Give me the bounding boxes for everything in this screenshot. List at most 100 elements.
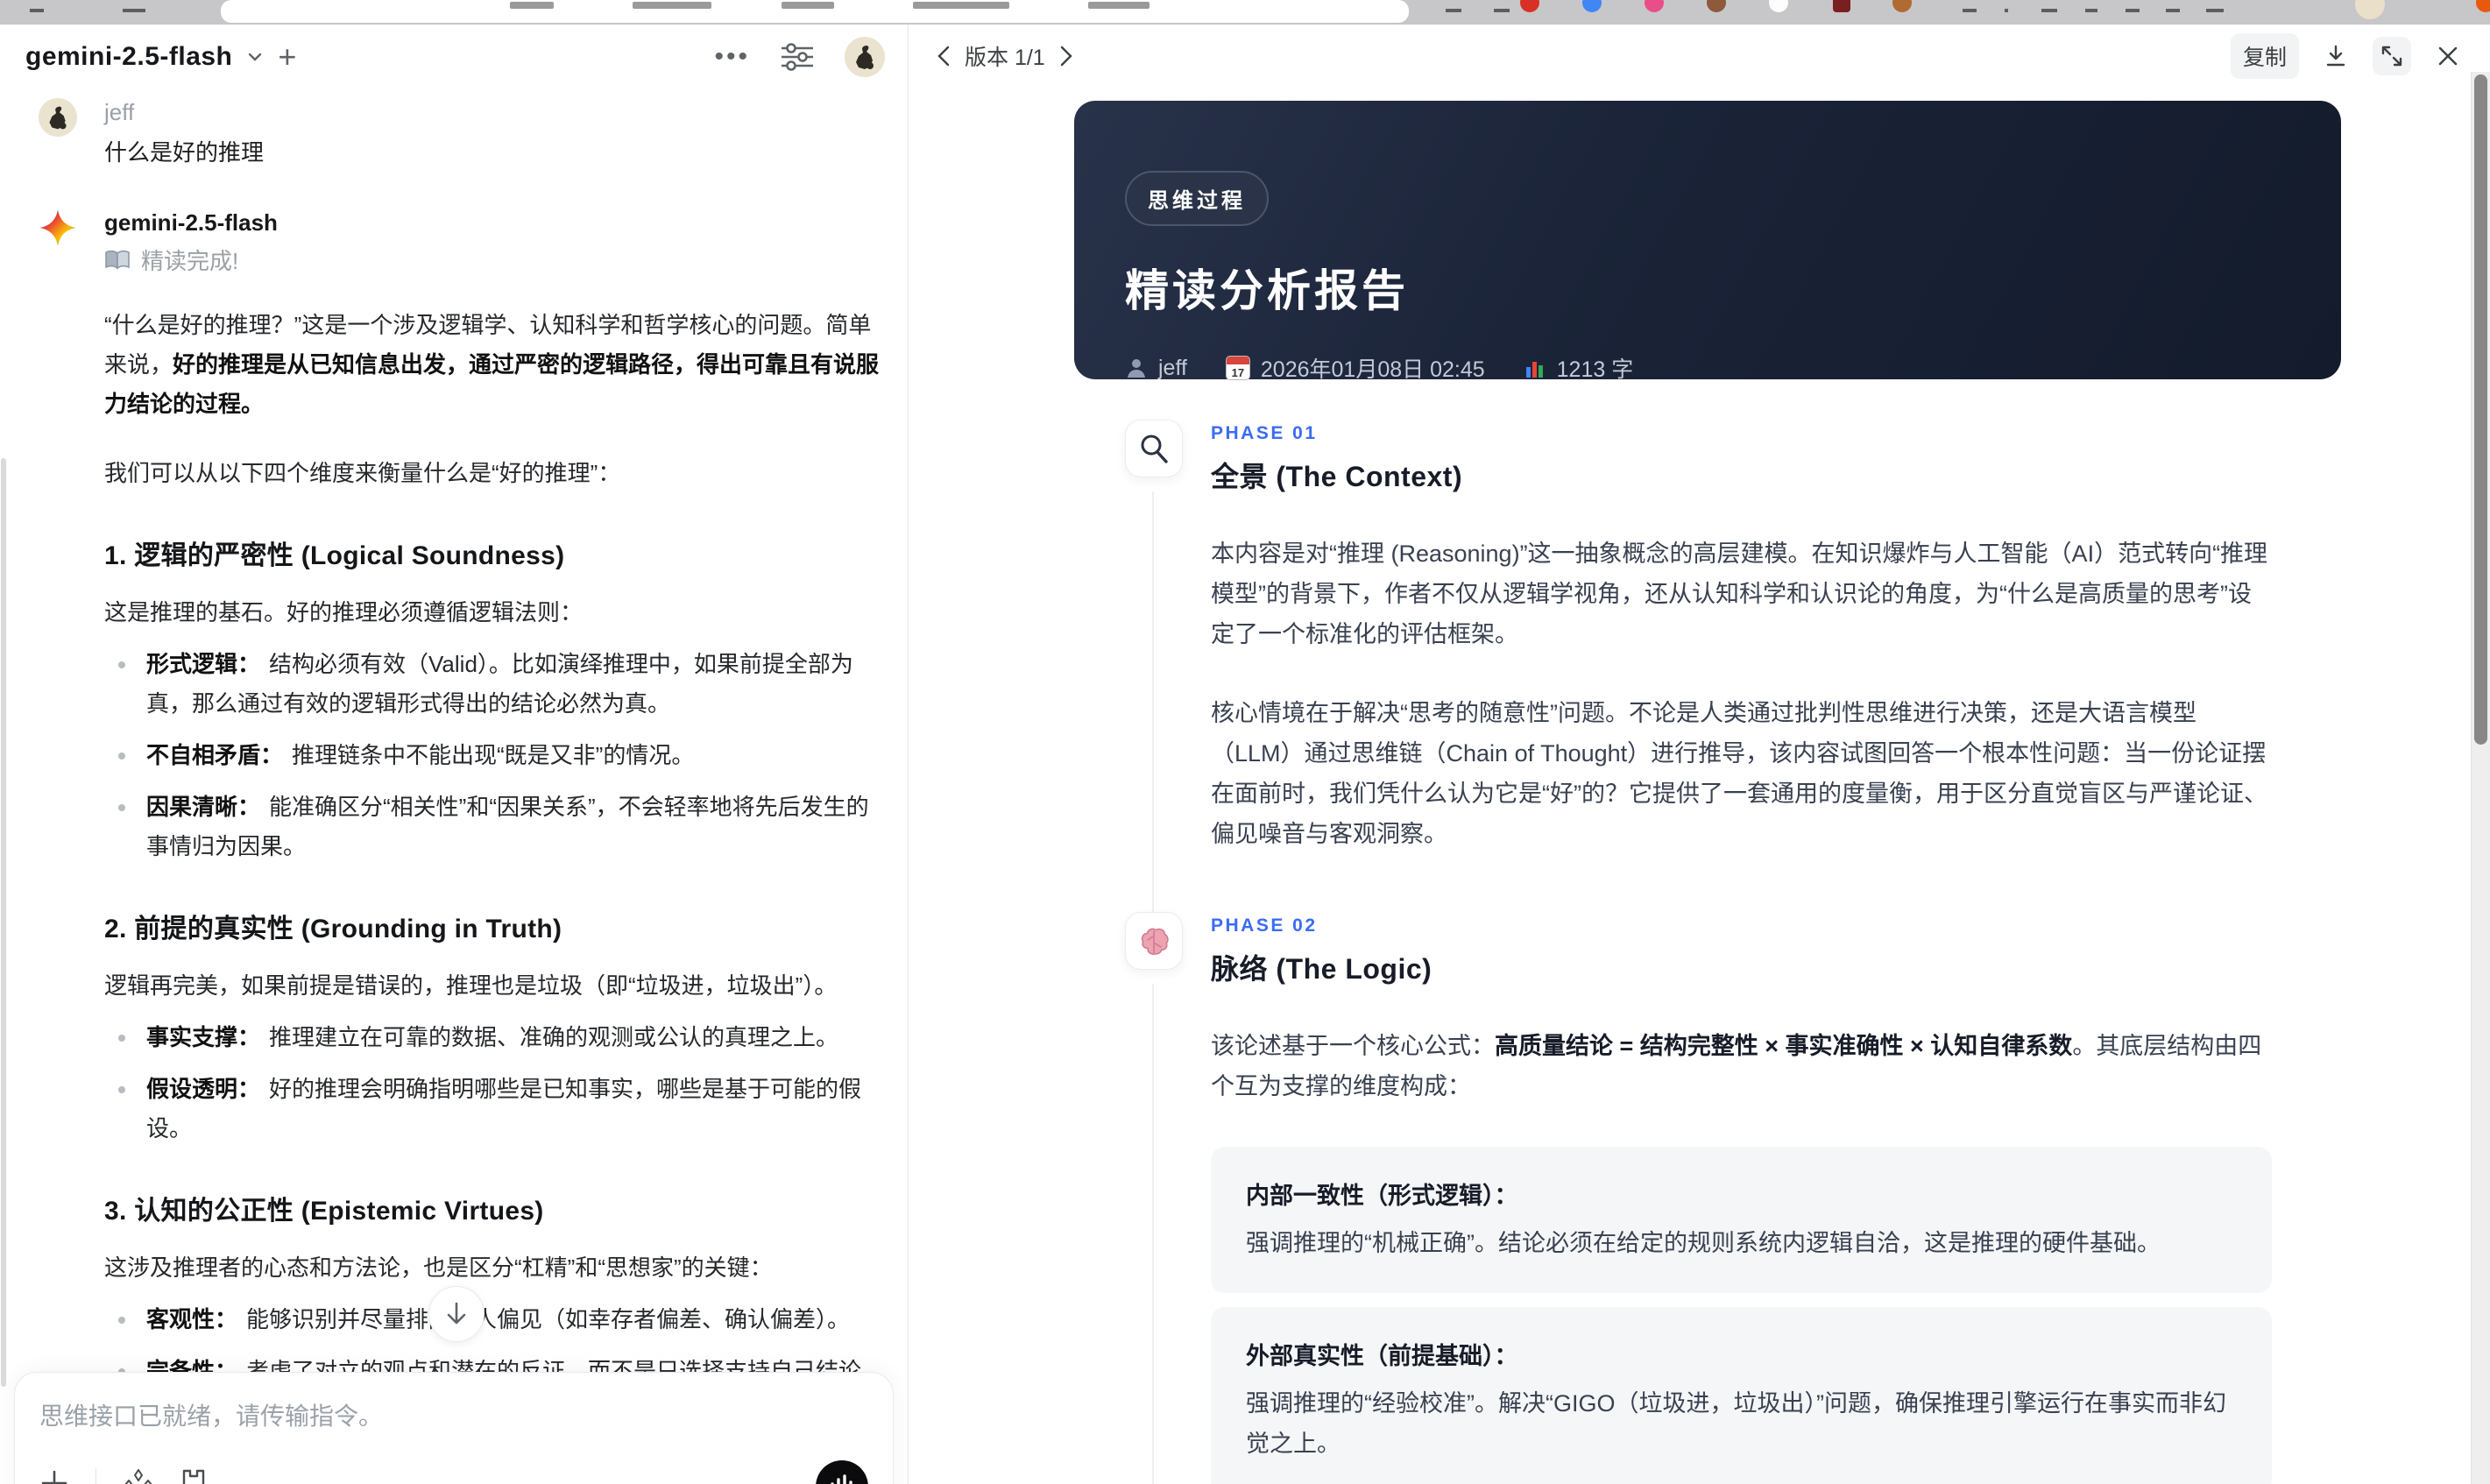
section-heading: 3. 认知的公正性 (Epistemic Virtues) bbox=[104, 1197, 544, 1226]
menubar-app-icon-orange[interactable] bbox=[1892, 0, 1912, 12]
status-icon[interactable] bbox=[2041, 0, 2057, 12]
menubar-app-icon-red[interactable] bbox=[1520, 0, 1539, 12]
copy-button[interactable]: 复制 bbox=[2230, 33, 2299, 79]
bullet-item: 假设透明： 好的推理会明确指明哪些是已知事实，哪些是基于可能的假设。 bbox=[104, 1070, 882, 1148]
extension-icon[interactable] bbox=[1446, 0, 1461, 12]
phase-section-2: PHASE 02 脉络 (The Logic) 该论述基于一个核心公式：高质量结… bbox=[909, 912, 2471, 1484]
menubar-glyph[interactable] bbox=[30, 0, 44, 12]
section-intro: 逻辑再完美，如果前提是错误的，推理也是垃圾（即“垃圾进，垃圾出”）。 bbox=[104, 972, 838, 999]
sparkle-diamonds-icon[interactable] bbox=[123, 1467, 154, 1484]
stray-scrollbar[interactable] bbox=[1, 458, 6, 1387]
status-icon[interactable] bbox=[2085, 0, 2097, 12]
chat-scroll-area[interactable]: jeff 什么是好的推理 gemini-2.5-flash 精读完成! “什么是… bbox=[0, 89, 908, 1484]
status-icon[interactable] bbox=[1963, 0, 1977, 12]
report-hero-card: 思维过程 精读分析报告 jeff 17 2026年01月08日 02:45 12… bbox=[1074, 101, 2341, 382]
phase-paragraph: 本内容是对“推理 (Reasoning)”这一抽象概念的高层建模。在知识爆炸与人… bbox=[1211, 541, 2268, 647]
bullet-item: 事实支撑： 推理建立在可靠的数据、准确的观测或公认的真理之上。 bbox=[104, 1018, 882, 1057]
message-author: gemini-2.5-flash bbox=[104, 209, 278, 236]
divider bbox=[95, 1468, 96, 1484]
extension-icon[interactable] bbox=[1494, 0, 1510, 12]
phase-paragraph: 核心情境在于解决“思考的随意性”问题。不论是人类通过批判性思维进行决策，还是大语… bbox=[1211, 700, 2267, 847]
section-intro: 这涉及推理者的心态和方法论，也是区分“杠精”和“思想家”的关键： bbox=[104, 1254, 773, 1281]
more-options-icon[interactable]: ••• bbox=[714, 44, 750, 70]
hero-badge: 思维过程 bbox=[1125, 171, 1269, 226]
card-body: 强调推理的“经验校准”。解决“GIGO（垃圾进，垃圾出）”问题，确保推理引擎运行… bbox=[1246, 1390, 2226, 1457]
card-title: 内部一致性（形式逻辑）： bbox=[1246, 1183, 1518, 1209]
menubar-app-icon-far-right[interactable] bbox=[2476, 0, 2490, 12]
meta-date: 17 2026年01月08日 02:45 bbox=[1225, 352, 1485, 384]
tab-title-fragment bbox=[913, 2, 1009, 9]
bullet-item: 不自相矛盾： 推理链条中不能出现“既是又非”的情况。 bbox=[104, 736, 882, 775]
section-heading: 2. 前提的真实性 (Grounding in Truth) bbox=[104, 915, 562, 943]
status-icon[interactable] bbox=[2206, 0, 2224, 12]
composer-placeholder[interactable]: 思维接口已就绪，请传输指令。 bbox=[39, 1399, 868, 1434]
person-icon bbox=[1128, 359, 1145, 378]
menubar-app-icon-blue[interactable] bbox=[1582, 0, 1602, 12]
logic-card: 外部真实性（前提基础）： 强调推理的“经验校准”。解决“GIGO（垃圾进，垃圾出… bbox=[1211, 1307, 2272, 1484]
assistant-section: 2. 前提的真实性 (Grounding in Truth) 逻辑再完美，如果前… bbox=[104, 907, 882, 1148]
app-grid-icon[interactable] bbox=[123, 0, 145, 12]
close-icon[interactable] bbox=[2429, 37, 2467, 75]
report-header: 版本 1/1 复制 bbox=[909, 25, 2490, 88]
tab-title-fragment bbox=[633, 2, 711, 9]
divider bbox=[2005, 0, 2008, 12]
assistant-paragraph: “什么是好的推理？”这是一个涉及逻辑学、认知科学和哲学核心的问题。简单来说，好的… bbox=[104, 312, 880, 417]
magnifier-icon bbox=[1125, 420, 1183, 477]
app-window: gemini-2.5-flash + ••• jeff 什么是好的推理 gemi… bbox=[0, 25, 2490, 1484]
status-text: 精读完成! bbox=[141, 248, 239, 274]
message-author: jeff bbox=[104, 99, 135, 125]
gemini-star-icon bbox=[39, 208, 77, 247]
tab-title-fragment bbox=[782, 2, 834, 9]
bookmark-icon[interactable] bbox=[180, 1467, 207, 1484]
browser-tab[interactable] bbox=[221, 0, 1409, 23]
browser-top-strip bbox=[0, 0, 2490, 25]
scroll-to-bottom-button[interactable] bbox=[428, 1286, 485, 1342]
model-selector[interactable]: gemini-2.5-flash bbox=[25, 42, 232, 72]
menubar-avatar[interactable] bbox=[2355, 0, 2385, 19]
card-title: 外部真实性（前提基础）： bbox=[1246, 1343, 1518, 1369]
phase-paragraph: 该论述基于一个核心公式：高质量结论 = 结构完整性 × 事实准确性 × 认知自律… bbox=[1211, 1033, 2262, 1099]
meta-author: jeff bbox=[1125, 356, 1187, 381]
report-title: 精读分析报告 bbox=[1125, 266, 1409, 315]
meta-word-count: 1213 字 bbox=[1524, 352, 1633, 384]
bullet-item: 形式逻辑： 结构必须有效（Valid）。比如演绎推理中，如果前提全部为真，那么通过… bbox=[104, 645, 882, 724]
menubar-app-icon-white[interactable] bbox=[1769, 0, 1788, 12]
bullet-item: 客观性： 能够识别并尽量排除个人偏见（如幸存者偏差、确认偏差）。 bbox=[104, 1300, 882, 1339]
status-icon[interactable] bbox=[2166, 0, 2180, 12]
phase-title: 全景 (The Context) bbox=[1211, 461, 1463, 492]
user-avatar[interactable] bbox=[845, 37, 885, 77]
tab-title-fragment bbox=[510, 2, 554, 9]
chevron-down-icon[interactable] bbox=[246, 48, 264, 66]
assistant-paragraph: 我们可以从以下四个维度来衡量什么是“好的推理”： bbox=[104, 460, 621, 486]
fullscreen-icon[interactable] bbox=[2373, 37, 2411, 75]
phase-title: 脉络 (The Logic) bbox=[1211, 953, 1432, 985]
message-composer[interactable]: 思维接口已就绪，请传输指令。 bbox=[14, 1372, 894, 1484]
logic-card: 内部一致性（形式逻辑）： 强调推理的“机械正确”。结论必须在给定的规则系统内逻辑… bbox=[1211, 1147, 2272, 1293]
version-label: 版本 1/1 bbox=[965, 46, 1045, 70]
version-prev-icon[interactable] bbox=[937, 46, 951, 67]
phase-label: PHASE 01 bbox=[1211, 423, 1318, 443]
scrollbar-thumb[interactable] bbox=[2474, 74, 2487, 745]
report-scroll-area[interactable]: 思维过程 精读分析报告 jeff 17 2026年01月08日 02:45 12… bbox=[909, 88, 2471, 1484]
menubar-app-icon-darkred[interactable] bbox=[1833, 0, 1850, 12]
tune-sliders-icon[interactable] bbox=[780, 42, 815, 72]
user-message: jeff 什么是好的推理 bbox=[39, 98, 882, 170]
attach-plus-icon[interactable] bbox=[39, 1468, 69, 1484]
status-line: 精读完成! bbox=[104, 244, 882, 276]
menubar-app-icon-pink[interactable] bbox=[1645, 0, 1664, 12]
section-intro: 这是推理的基石。好的推理必须遵循逻辑法则： bbox=[104, 599, 584, 625]
scrollbar-track[interactable] bbox=[2471, 72, 2490, 1484]
report-meta: jeff 17 2026年01月08日 02:45 1213 字 bbox=[1125, 352, 2290, 384]
status-icon[interactable] bbox=[2126, 0, 2140, 12]
new-chat-button[interactable]: + bbox=[278, 41, 296, 73]
version-next-icon[interactable] bbox=[1059, 46, 1073, 67]
card-body: 强调推理的“机械正确”。结论必须在给定的规则系统内逻辑自洽，这是推理的硬件基础。 bbox=[1246, 1230, 2161, 1256]
voice-input-button[interactable] bbox=[816, 1460, 868, 1484]
phase-section-1: PHASE 01 全景 (The Context) 本内容是对“推理 (Reas… bbox=[909, 420, 2471, 924]
message-text: 什么是好的推理 bbox=[104, 139, 265, 166]
menubar-app-icon-brown[interactable] bbox=[1707, 0, 1726, 12]
assistant-section: 1. 逻辑的严密性 (Logical Soundness) 这是推理的基石。好的… bbox=[104, 534, 882, 866]
tab-title-fragment bbox=[1088, 2, 1150, 9]
chat-header: gemini-2.5-flash + ••• bbox=[0, 25, 908, 89]
download-icon[interactable] bbox=[2317, 37, 2355, 75]
